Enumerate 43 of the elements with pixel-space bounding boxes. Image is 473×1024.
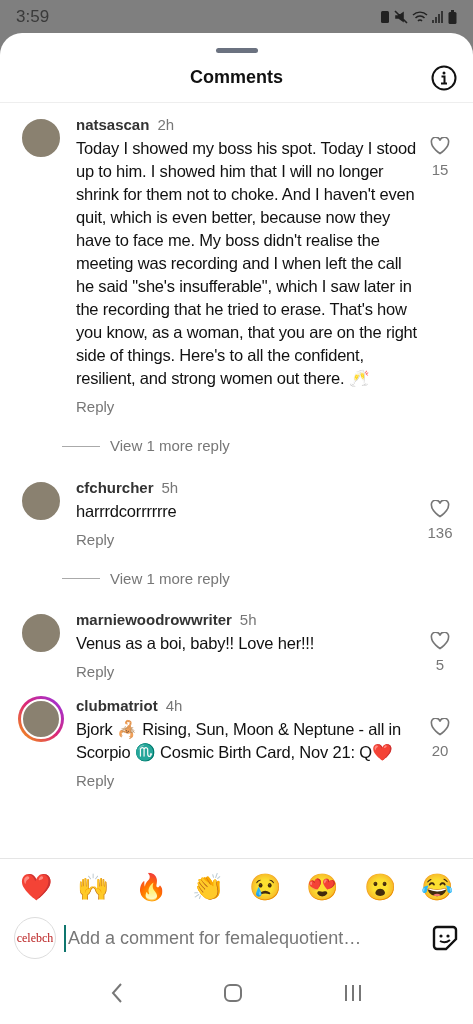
username[interactable]: marniewoodrowwriter [76,610,232,630]
reply-link[interactable]: Reply [76,528,115,551]
username[interactable]: natsascan [76,115,150,135]
info-icon[interactable] [431,65,457,91]
like-count: 20 [431,741,449,761]
comment-text: Venus as a boi, baby!! Love her!!! [76,633,316,654]
view-replies-link[interactable]: View 1 more reply [110,435,230,458]
back-icon[interactable] [109,982,124,1004]
reply-link[interactable]: Reply [76,770,115,793]
comment-input[interactable]: Add a comment for femalequotient… [64,924,423,952]
reply-link[interactable]: Reply [76,396,115,419]
like-count: 5 [435,655,445,675]
comment-text: Today I showed my boss his spot. Today I stood up to him. I showed him that I will no longer shrink for them not to choke. And I haven't even quit, which is even better, because now they have to face me. My boss didn't realise the meeting was recording and I when left the call he said "she's insufferable", which I saw later in the recording that he tried to erase. That's how you know, as a woman, that you are on the right side of things. Here's to all the confident, resilient, and strong women out there. 🥂 [76,138,417,389]
comment-time: 5h [239,610,257,630]
comment-time: 4h [165,696,183,716]
signal-icon [432,9,444,24]
heart-icon[interactable] [430,718,450,736]
drag-handle[interactable] [215,48,258,53]
comment-time: 5h [161,477,179,498]
status-time: 3:59 [16,5,50,28]
comment-text: Bjork 🦂 Rising, Sun, Moon & Neptune - all in Scorpio ♏ Cosmic Birth Card, Nov 21: Q❤ [76,719,402,764]
username[interactable]: cfchurcher [76,477,154,498]
sheet-title: Comments [190,66,283,89]
reaction-emoji[interactable]: 🔥 [134,871,167,902]
heart-icon[interactable] [430,137,450,155]
reaction-emoji[interactable]: ❤ [20,871,52,902]
home-icon[interactable] [223,983,244,1003]
like-count: 15 [431,160,449,180]
mute-icon [394,9,408,24]
view-replies-link[interactable]: View 1 more reply [110,567,230,590]
sticker-icon[interactable] [431,924,459,952]
battery-saver-icon [380,9,390,24]
avatar[interactable] [18,696,64,742]
like-count: 136 [427,522,453,543]
username[interactable]: clubmatriot [76,696,158,716]
heart-icon[interactable] [430,499,450,518]
recents-icon[interactable] [343,983,364,1003]
wifi-icon [412,9,428,24]
comment-time: 2h [157,115,175,135]
battery-icon [448,9,457,24]
heart-icon[interactable] [430,632,450,650]
comment-text: harrrdcorrrrrre [76,500,178,522]
reply-link[interactable]: Reply [76,661,115,684]
